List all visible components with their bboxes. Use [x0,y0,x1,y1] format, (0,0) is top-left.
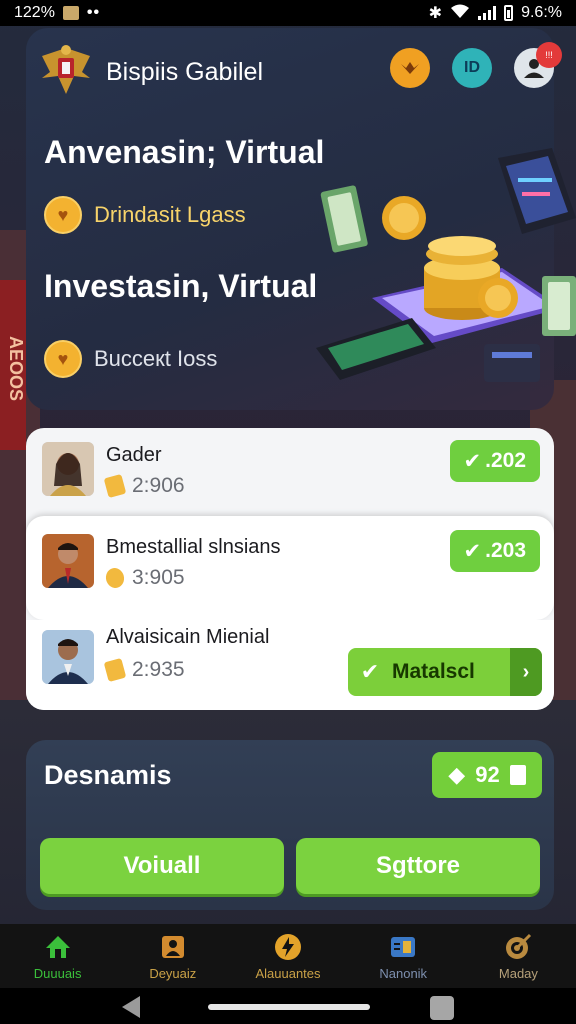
action-button[interactable]: ✔ Matalscl › [348,648,542,696]
more-notifications-icon: •• [86,4,101,21]
home-icon [43,932,73,962]
list-item-meta: 2:906 [103,474,185,498]
home-gesture-bar[interactable] [208,1004,370,1010]
battery-icon [504,5,514,21]
list-item[interactable]: Gader 2:906 ✔ .202 [26,428,554,520]
bottom-nav: Duuuais Deyuaiz Alauuantes Nanonik Maday [0,924,576,988]
heart-coin-icon: ♥ [44,340,82,378]
hero-subtitle-2: ♥ Bucceкt Ioss [44,340,217,378]
nav-label: Deyuaiz [149,965,197,981]
list-item-name: Gader [106,444,162,466]
ticket-icon [103,474,127,498]
status-text-left: 122% [14,4,55,21]
square-figure-icon [158,932,188,962]
nav-label: Alauuantes [255,965,321,981]
nav-label: Maday [498,965,538,981]
coin-icon [103,566,127,590]
secondary-button[interactable]: Sgttore [296,838,540,894]
value-badge[interactable]: ✔ .202 [449,440,540,482]
list-item-name: Bmestallial slnsians [106,536,281,558]
card-icon [388,932,418,962]
app-logo-icon [36,42,96,98]
value-badge[interactable]: ✔ .203 [449,530,540,572]
list-item-value: 3:905 [132,566,185,589]
wifi-icon [450,3,470,24]
summary-badge[interactable]: ◆ 92 [432,752,542,798]
gallery-notification-icon [62,6,79,20]
target-icon [503,932,533,962]
nav-item-5[interactable]: Maday [461,924,576,988]
primary-button[interactable]: Voiuall [40,838,284,894]
document-icon [509,765,526,785]
status-text-right: 9.6:% [521,4,562,21]
hero-heading-1: Anvenasin; Virtual [44,134,325,170]
hero-subtitle-1-text: Drindasit Lgass [94,202,246,227]
bluetooth-icon: ✱ [428,5,443,22]
coin-icon[interactable] [390,48,430,88]
signal-icon [478,6,497,20]
summary-card: Desnamis ◆ 92 Voiuall Sgttore [26,740,554,910]
nav-label: Duuuais [33,965,82,981]
avatar [42,442,94,496]
status-left: 122% •• [14,4,100,22]
tag-icon: ◆ [448,762,466,787]
list-item-value: 2:935 [132,658,185,681]
status-bar: 122% •• ✱ 9.6:% [0,0,576,26]
investors-list: Gader 2:906 ✔ .202 Bmestallial slnsians … [26,428,554,710]
app-title: Bispiis Gabilel [106,58,264,86]
finance-illustration [312,148,576,398]
system-nav-bar [0,988,576,1024]
nav-label: Nanonik [379,965,428,981]
status-right: ✱ 9.6:% [429,3,562,24]
recent-apps-icon[interactable] [430,996,454,1020]
check-icon: ✔ [463,539,482,563]
summary-title: Desnamis [44,760,172,790]
hero-subtitle-1: ♥ Drindasit Lgass [44,196,246,234]
list-item[interactable]: Bmestallial slnsians 3:905 ✔ .203 [26,516,554,620]
action-button-label: Matalscl [392,660,475,683]
chevron-right-icon: › [510,648,542,696]
nav-item-4[interactable]: Nanonik [346,924,461,988]
id-icon[interactable]: ID [452,48,492,88]
list-item-value: 2:906 [132,474,185,497]
heart-coin-icon: ♥ [44,196,82,234]
ticket-icon [103,658,127,682]
value-badge-text: .202 [485,449,526,472]
list-item[interactable]: Alvaisicain Mienial 2:935 ✔ Matalscl › [26,620,554,710]
hero-subtitle-2-text: Bucceкt Ioss [94,346,218,371]
nav-item-3[interactable]: Alauuantes [230,924,345,988]
check-icon: ✔ [463,449,482,473]
back-icon[interactable] [122,996,140,1018]
list-item-name: Alvaisicain Mienial [106,626,270,648]
hero-heading-2: Investasin, Virtual [44,268,318,304]
summary-badge-value: 92 [475,762,500,787]
nav-item-home[interactable]: Duuuais [0,924,115,988]
avatar [42,534,94,588]
value-badge-text: .203 [485,539,526,562]
list-item-meta: 2:935 [103,658,185,682]
check-icon: ✔ [360,659,380,684]
background-sign: AEOOS [0,280,26,450]
nav-item-2[interactable]: Deyuaiz [115,924,230,988]
avatar [42,630,94,684]
bolt-icon [273,932,303,962]
notification-badge: !!! [536,42,562,68]
list-item-meta: 3:905 [103,566,185,590]
id-icon-text: ID [464,59,480,76]
